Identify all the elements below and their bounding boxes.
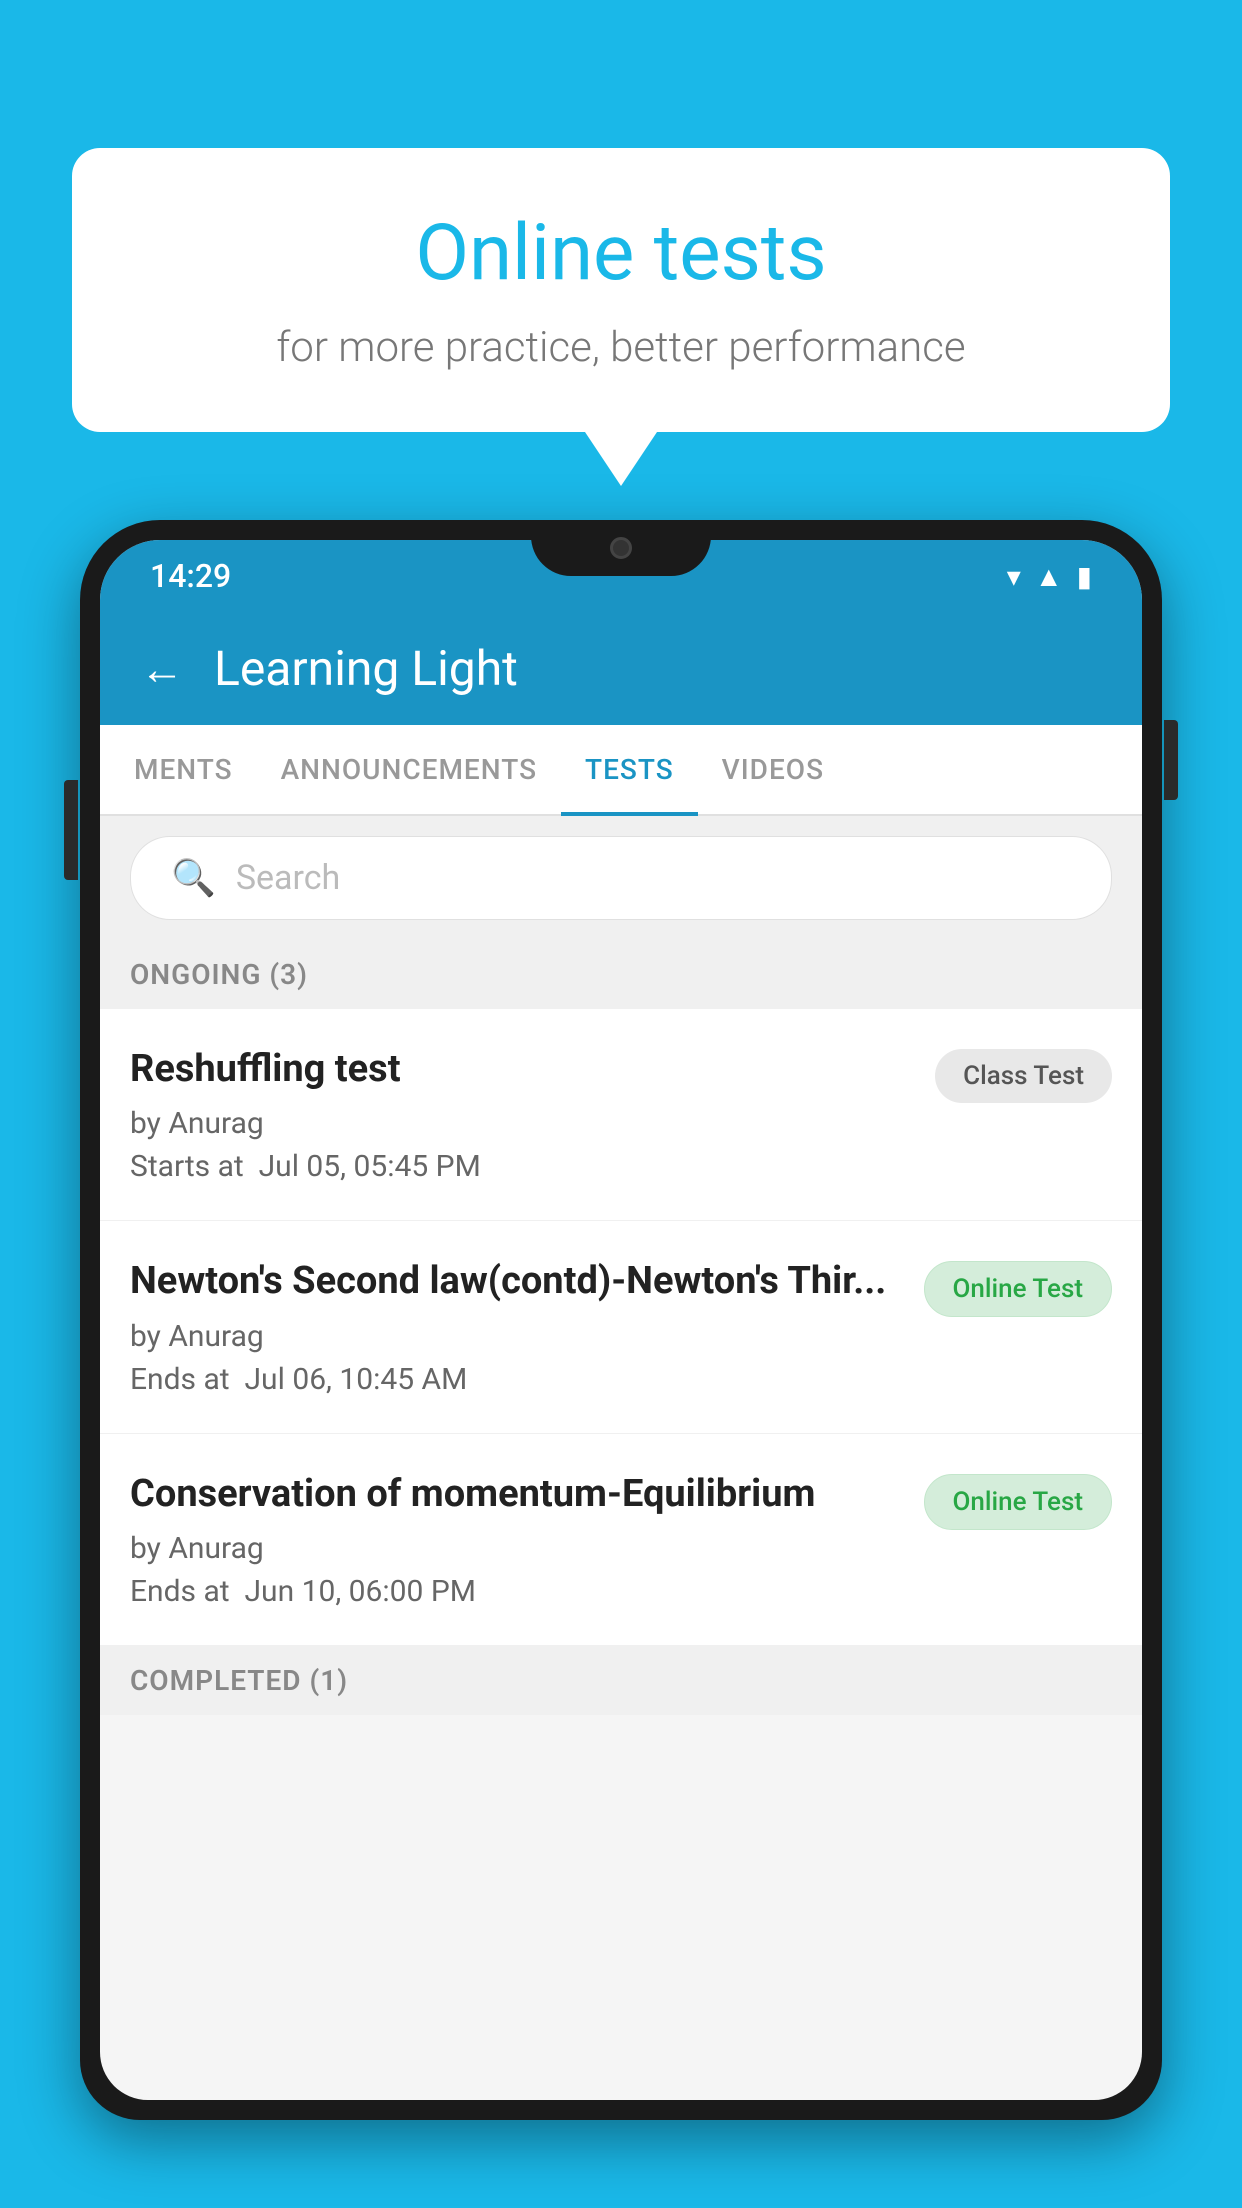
signal-icon: ▲	[1035, 560, 1063, 593]
test-title-3: Conservation of momentum-Equilibrium	[130, 1470, 904, 1519]
tab-tests[interactable]: TESTS	[561, 725, 698, 814]
test-author-2: by Anurag	[130, 1319, 904, 1354]
status-time: 14:29	[150, 557, 231, 595]
test-item-1[interactable]: Reshuffling test by Anurag Starts at Jul…	[100, 1009, 1142, 1221]
speech-bubble-subtitle: for more practice, better performance	[152, 323, 1090, 372]
search-icon: 🔍	[171, 857, 216, 899]
test-author-3: by Anurag	[130, 1531, 904, 1566]
speech-bubble-arrow	[585, 432, 657, 486]
test-item-2[interactable]: Newton's Second law(contd)-Newton's Thir…	[100, 1221, 1142, 1433]
completed-section-header: COMPLETED (1)	[100, 1646, 1142, 1715]
speech-bubble: Online tests for more practice, better p…	[72, 148, 1170, 432]
battery-icon: ▮	[1077, 560, 1092, 593]
test-time-2: Ends at Jul 06, 10:45 AM	[130, 1362, 904, 1397]
phone-notch	[531, 520, 711, 576]
test-badge-2: Online Test	[924, 1261, 1113, 1317]
wifi-icon: ▾	[1007, 560, 1021, 593]
search-bar[interactable]: 🔍 Search	[130, 836, 1112, 920]
phone-outer: 14:29 ▾ ▲ ▮ ← Learning Light MENTS ANNOU…	[80, 520, 1162, 2120]
app-header: ← Learning Light	[100, 612, 1142, 725]
phone-container: 14:29 ▾ ▲ ▮ ← Learning Light MENTS ANNOU…	[80, 520, 1162, 2208]
test-item-3[interactable]: Conservation of momentum-Equilibrium by …	[100, 1434, 1142, 1646]
phone-screen: 14:29 ▾ ▲ ▮ ← Learning Light MENTS ANNOU…	[100, 540, 1142, 2100]
test-time-1: Starts at Jul 05, 05:45 PM	[130, 1149, 915, 1184]
tab-assignments[interactable]: MENTS	[110, 725, 257, 814]
test-title-2: Newton's Second law(contd)-Newton's Thir…	[130, 1257, 904, 1306]
status-icons: ▾ ▲ ▮	[1007, 560, 1092, 593]
test-time-3: Ends at Jun 10, 06:00 PM	[130, 1574, 904, 1609]
app-title: Learning Light	[214, 640, 518, 697]
test-author-1: by Anurag	[130, 1106, 915, 1141]
test-info-3: Conservation of momentum-Equilibrium by …	[130, 1470, 904, 1609]
test-info-2: Newton's Second law(contd)-Newton's Thir…	[130, 1257, 904, 1396]
tab-videos[interactable]: VIDEOS	[698, 725, 848, 814]
test-info-1: Reshuffling test by Anurag Starts at Jul…	[130, 1045, 915, 1184]
test-badge-1: Class Test	[935, 1049, 1112, 1103]
tab-announcements[interactable]: ANNOUNCEMENTS	[257, 725, 561, 814]
back-button[interactable]: ←	[140, 643, 184, 695]
speech-bubble-title: Online tests	[152, 208, 1090, 299]
test-list: Reshuffling test by Anurag Starts at Jul…	[100, 1009, 1142, 1646]
search-placeholder: Search	[236, 858, 340, 898]
speech-bubble-section: Online tests for more practice, better p…	[72, 148, 1170, 486]
test-title-1: Reshuffling test	[130, 1045, 915, 1094]
camera	[610, 537, 632, 559]
tabs-bar: MENTS ANNOUNCEMENTS TESTS VIDEOS	[100, 725, 1142, 816]
search-container: 🔍 Search	[100, 816, 1142, 940]
ongoing-section-header: ONGOING (3)	[100, 940, 1142, 1009]
test-badge-3: Online Test	[924, 1474, 1113, 1530]
